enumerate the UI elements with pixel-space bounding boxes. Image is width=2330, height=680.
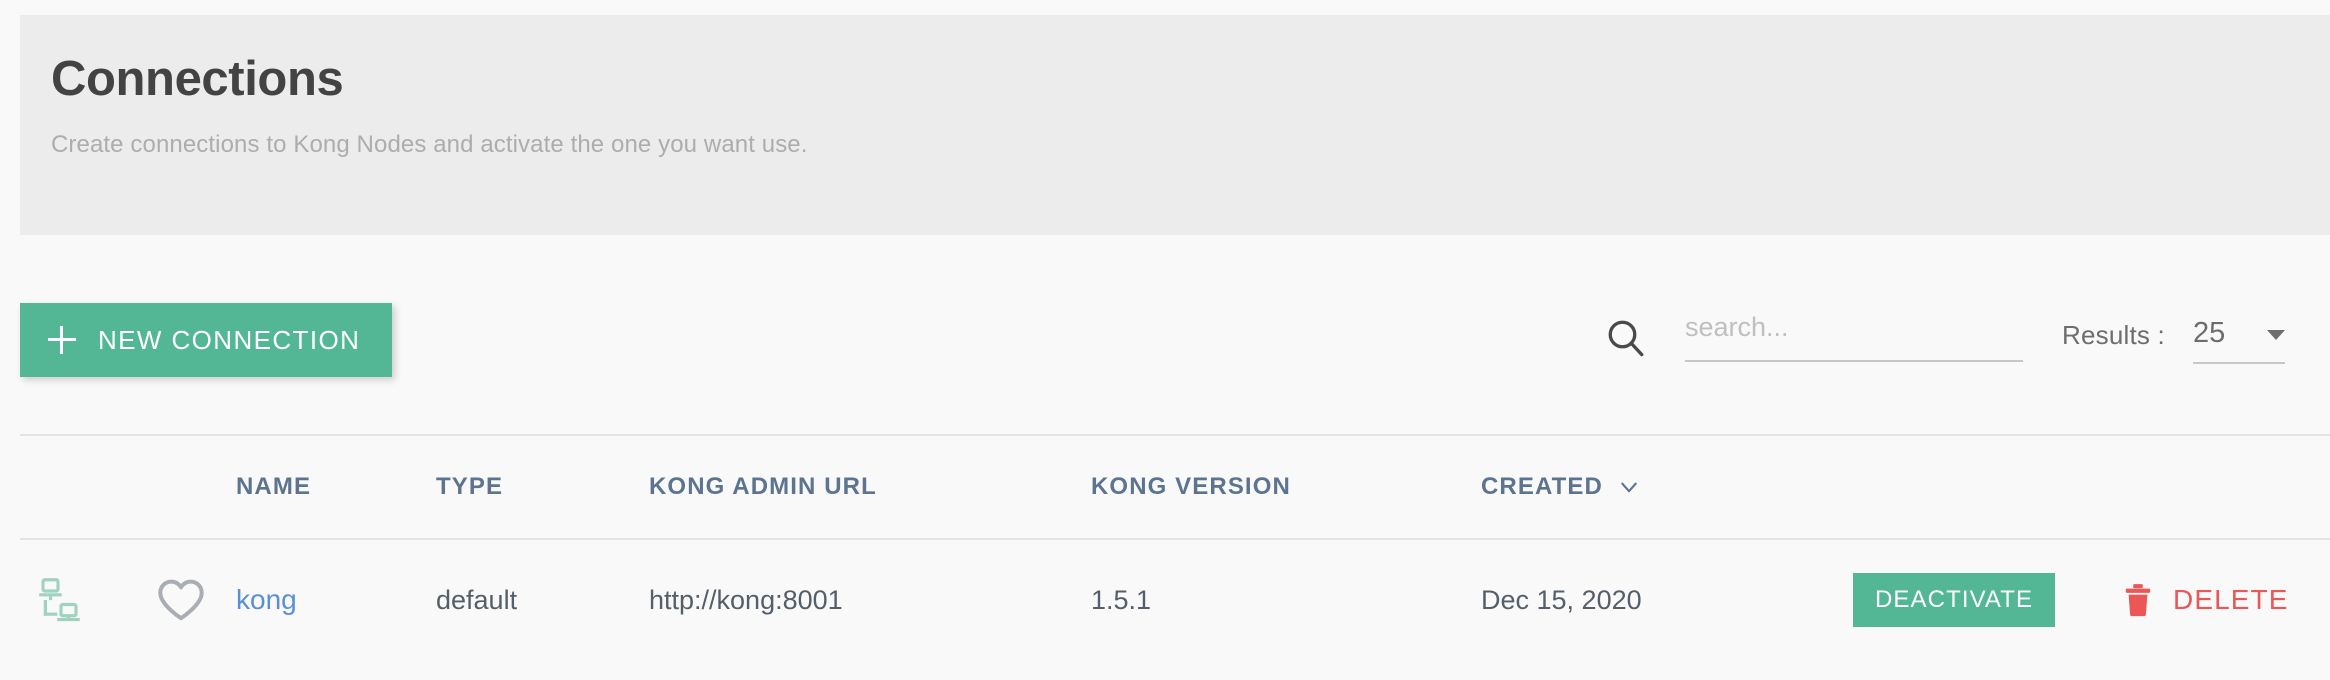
connection-name-link[interactable]: kong [236,584,297,615]
delete-button[interactable]: DELETE [2123,583,2289,617]
page-title: Connections [51,52,344,106]
page-header-panel: Connections Create connections to Kong N… [20,15,2330,235]
cell-favorite [156,539,236,660]
cell-created: Dec 15, 2020 [1481,584,1642,615]
results-label: Results : [2062,320,2165,350]
results-group: Results : 25 [2062,317,2285,364]
new-connection-label: NEW CONNECTION [98,324,361,355]
results-per-page-select[interactable]: 25 [2192,317,2285,364]
column-header-admin-url-label: KONG ADMIN URL [649,473,877,500]
cell-action-primary: DEACTIVATE [1853,539,2123,660]
column-header-icon [20,434,156,540]
column-header-admin-url[interactable]: KONG ADMIN URL [649,434,1091,540]
toolbar: NEW CONNECTION Results : 25 [0,290,2330,400]
cell-name: kong [236,539,436,660]
table-header-row: NAME TYPE KONG ADMIN URL KONG VERSION CR… [20,434,2330,540]
table-row: kong default http://kong:8001 1.5.1 Dec … [20,539,2330,660]
table-header: NAME TYPE KONG ADMIN URL KONG VERSION CR… [20,434,2330,540]
connections-table: NAME TYPE KONG ADMIN URL KONG VERSION CR… [20,434,2330,660]
column-header-action-delete [2123,434,2330,540]
table-body: kong default http://kong:8001 1.5.1 Dec … [20,539,2330,660]
page-subtitle: Create connections to Kong Nodes and act… [51,131,808,158]
cell-action-delete: DELETE [2123,539,2330,660]
cell-admin-url: http://kong:8001 [649,584,843,615]
chevron-down-icon [1621,482,1637,493]
cell-version: 1.5.1 [1091,584,1152,615]
cell-type: default [436,584,518,615]
column-header-created-label: CREATED [1481,473,1603,500]
column-header-type-label: TYPE [436,473,504,500]
new-connection-button[interactable]: NEW CONNECTION [20,303,393,377]
column-header-name-label: NAME [236,473,312,500]
column-header-favorite [156,434,236,540]
column-header-type[interactable]: TYPE [436,434,649,540]
column-header-created[interactable]: CREATED [1481,434,1853,540]
column-header-name[interactable]: NAME [236,434,436,540]
heart-outline-icon[interactable] [156,577,206,623]
search-input[interactable] [1685,310,2023,362]
chevron-down-icon [2266,329,2285,340]
results-per-page-value: 25 [2192,317,2226,349]
search-group [1605,310,2023,362]
plus-icon [48,326,76,354]
trash-icon [2125,584,2151,617]
column-header-version-label: KONG VERSION [1091,473,1291,500]
column-header-version[interactable]: KONG VERSION [1091,434,1481,540]
column-header-action-primary [1853,434,2123,540]
deactivate-button[interactable]: DEACTIVATE [1853,573,2056,627]
delete-label: DELETE [2173,584,2289,615]
search-icon[interactable] [1605,317,1647,359]
network-node-icon [39,578,80,622]
cell-node-icon [20,539,156,660]
